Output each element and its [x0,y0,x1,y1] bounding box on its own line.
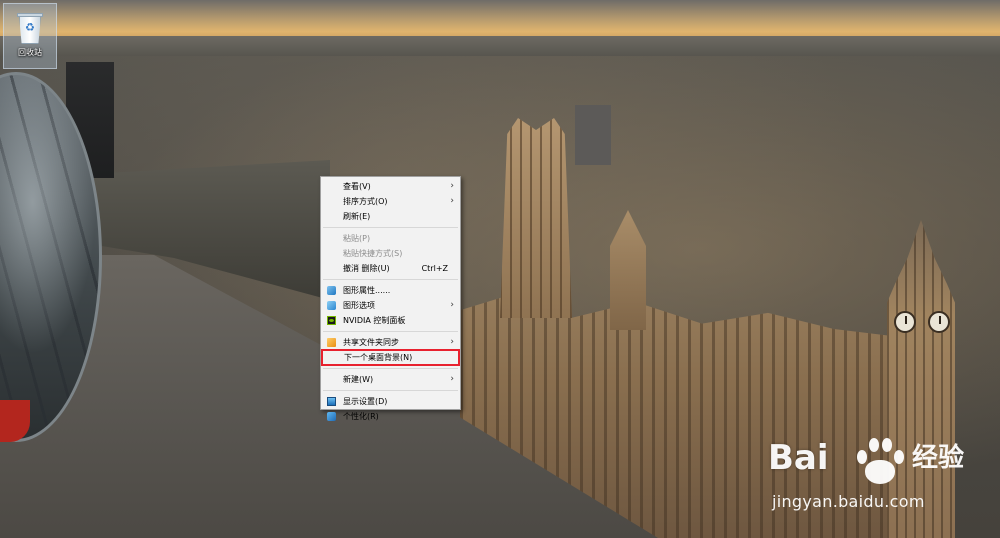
recycle-bin-icon: ♻ [16,10,44,44]
menu-item-refresh[interactable]: 刷新(E) [321,209,460,224]
submenu-arrow-icon: › [450,181,454,191]
menu-item-label: 排序方式(O) [343,197,388,206]
recycle-bin-desktop-icon[interactable]: ♻ 回收站 [3,3,57,69]
big-ben-clock-right [928,311,950,333]
watermark-url: jingyan.baidu.com [772,492,925,511]
recycle-bin-label: 回收站 [18,48,42,57]
intel-graphics-icon [327,286,336,295]
display-settings-icon [327,397,336,406]
menu-separator [323,331,458,332]
menu-item-paste-shortcut: 粘贴快捷方式(S) [321,246,460,261]
menu-item-label: 个性化(R) [343,412,379,421]
menu-item-label: 图形属性...... [343,286,391,295]
menu-item-nvidia-control-panel[interactable]: NVIDIA 控制面板 [321,313,460,328]
menu-item-shortcut: Ctrl+Z [421,264,448,273]
menu-item-label: 查看(V) [343,182,371,191]
submenu-arrow-icon: › [450,196,454,206]
menu-item-label: 共享文件夹同步 [343,338,399,347]
submenu-arrow-icon: › [450,337,454,347]
baidu-jingyan-watermark: Bai 经验 jingyan.baidu.com [768,428,993,518]
shared-folder-icon [327,338,336,347]
menu-item-label: 下一个桌面背景(N) [344,353,413,362]
menu-item-label: 粘贴快捷方式(S) [343,249,403,258]
wallpaper-horizon [0,36,1000,58]
menu-item-label: 图形选项 [343,301,375,310]
menu-separator [323,279,458,280]
baidu-paw-icon [851,434,909,488]
wallpaper-victoria-tower [500,118,572,318]
intel-graphics-options-icon [327,301,336,310]
menu-item-sort-by[interactable]: 排序方式(O) › [321,194,460,209]
menu-item-label: 刷新(E) [343,212,371,221]
menu-item-undo-delete[interactable]: 撤消 删除(U) Ctrl+Z [321,261,460,276]
menu-item-label: 显示设置(D) [343,397,388,406]
menu-item-new[interactable]: 新建(W) › [321,372,460,387]
nvidia-icon [327,316,336,325]
menu-item-graphics-options[interactable]: 图形选项 › [321,298,460,313]
menu-item-label: 撤消 删除(U) [343,264,390,273]
submenu-arrow-icon: › [450,300,454,310]
menu-item-graphics-properties[interactable]: 图形属性...... [321,283,460,298]
menu-separator [323,227,458,228]
menu-item-label: 新建(W) [343,375,374,384]
submenu-arrow-icon: › [450,374,454,384]
menu-item-view[interactable]: 查看(V) › [321,179,460,194]
watermark-logo-text: Bai [768,438,829,478]
desktop-context-menu: 查看(V) › 排序方式(O) › 刷新(E) 粘贴(P) 粘贴快捷方式(S) … [320,176,461,421]
menu-item-display-settings[interactable]: 显示设置(D) [321,394,460,409]
menu-item-personalize[interactable]: 个性化(R) [321,409,460,424]
menu-separator [323,368,458,369]
menu-item-next-desktop-background[interactable]: 下一个桌面背景(N) [321,349,460,366]
menu-separator [323,390,458,391]
menu-item-shared-folder-sync[interactable]: 共享文件夹同步 › [321,335,460,350]
wallpaper-tower [575,105,611,165]
menu-item-paste: 粘贴(P) [321,231,460,246]
menu-item-label: NVIDIA 控制面板 [343,316,406,325]
menu-item-label: 粘贴(P) [343,234,371,243]
big-ben-clock-left [894,311,916,333]
personalize-icon [327,412,336,421]
watermark-jingyan-text: 经验 [912,443,965,473]
